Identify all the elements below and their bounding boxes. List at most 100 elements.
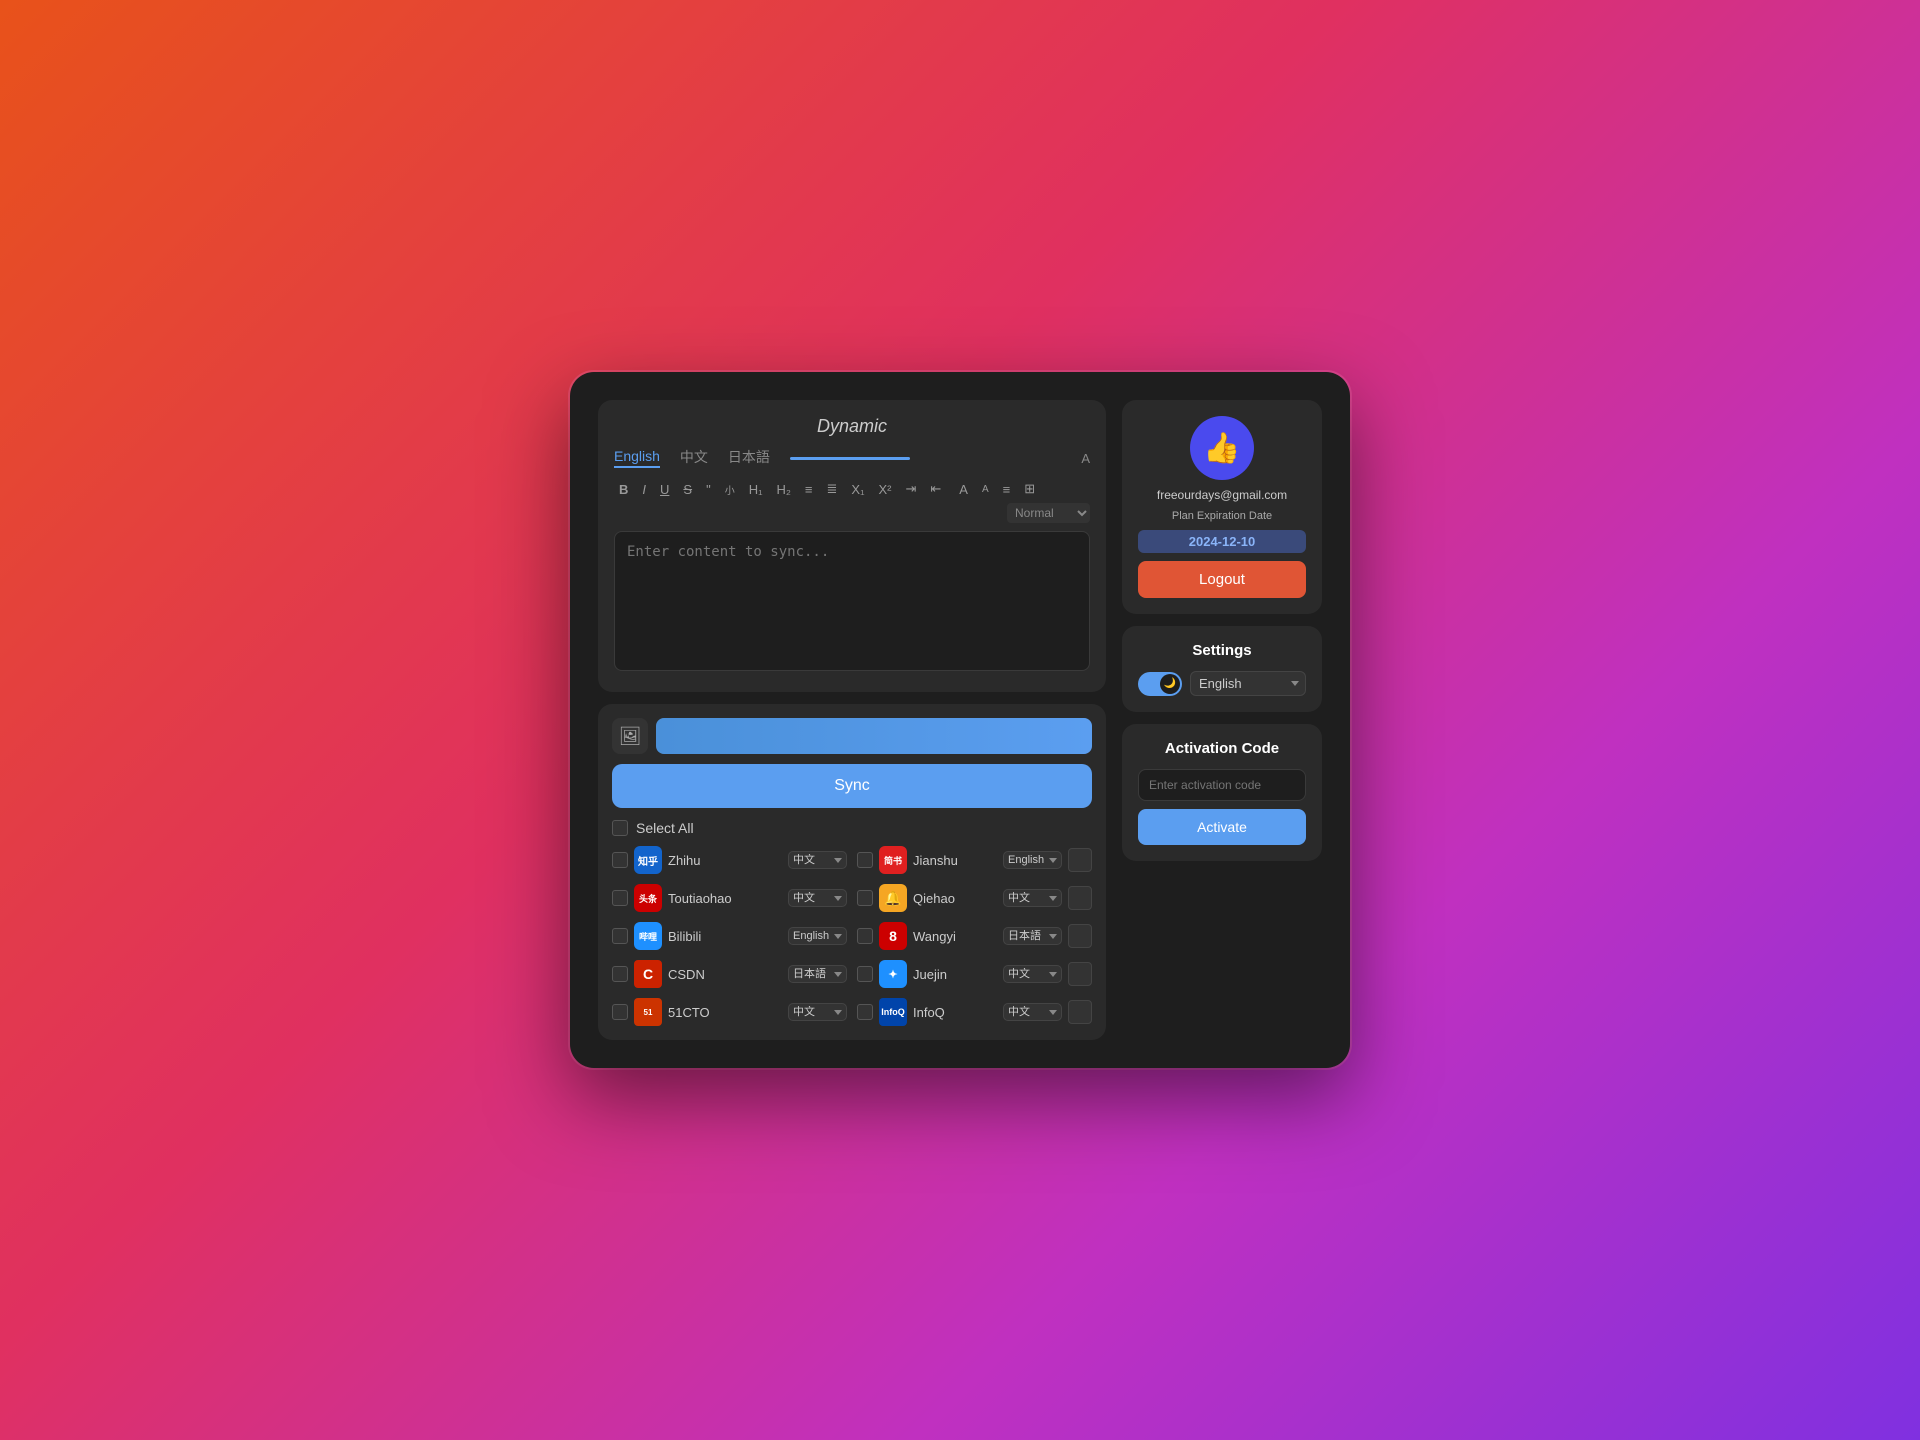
qiehao-icon: 🔔 xyxy=(879,884,907,912)
platform-item-bilibili: 哔哩 Bilibili English中文日本語 xyxy=(612,922,847,950)
qiehao-lang-select[interactable]: 中文English日本語 xyxy=(1003,889,1062,907)
superscript-btn[interactable]: X² xyxy=(873,480,896,499)
select-all-label: Select All xyxy=(636,820,694,836)
infoq-lang-select[interactable]: 中文English日本語 xyxy=(1003,1003,1062,1021)
juejin-lang-select[interactable]: 中文English日本語 xyxy=(1003,965,1062,983)
csdn-lang-select[interactable]: 日本語中文English xyxy=(788,965,847,983)
list-ul-btn[interactable]: ≣ xyxy=(822,479,843,499)
thumbs-up-icon: 👍 xyxy=(1203,431,1240,466)
bilibili-lang-select[interactable]: English中文日本語 xyxy=(788,927,847,945)
toutiao-icon: 头条 xyxy=(634,884,662,912)
jianshu-name: Jianshu xyxy=(913,853,997,868)
jianshu-extra[interactable] xyxy=(1068,848,1092,872)
progress-blue-bar xyxy=(656,718,1092,754)
zhihu-name: Zhihu xyxy=(668,853,782,868)
progress-bar-container xyxy=(790,457,1053,460)
qiehao-extra[interactable] xyxy=(1068,886,1092,910)
table-btn[interactable]: ⊞ xyxy=(1019,479,1040,499)
toutiao-lang-select[interactable]: 中文English日本語 xyxy=(788,889,847,907)
juejin-checkbox[interactable] xyxy=(857,966,873,982)
h1-btn[interactable]: H₁ xyxy=(744,480,768,499)
strikethrough-btn[interactable]: S xyxy=(678,480,697,499)
user-email: freeourdays@gmail.com xyxy=(1157,488,1287,502)
indent-btn[interactable]: ⇥ xyxy=(900,479,921,499)
wangyi-checkbox[interactable] xyxy=(857,928,873,944)
right-panel: 👍 freeourdays@gmail.com Plan Expiration … xyxy=(1122,400,1322,861)
avatar: 👍 xyxy=(1190,416,1254,480)
editor-title: Dynamic xyxy=(614,416,1090,437)
logout-button[interactable]: Logout xyxy=(1138,561,1306,598)
jianshu-lang-select[interactable]: English中文日本語 xyxy=(1003,851,1062,869)
platform-item-51cto: 51 51CTO 中文English日本語 xyxy=(612,998,847,1026)
underline-btn[interactable]: U xyxy=(655,480,674,499)
wangyi-icon: 8 xyxy=(879,922,907,950)
plan-expiration-label: Plan Expiration Date xyxy=(1172,510,1272,522)
h2-btn[interactable]: H₂ xyxy=(771,480,795,499)
toutiao-checkbox[interactable] xyxy=(612,890,628,906)
list-ol-btn[interactable]: ≡ xyxy=(800,480,818,499)
quote-btn[interactable]: " xyxy=(701,480,716,499)
zhihu-checkbox[interactable] xyxy=(612,852,628,868)
select-all-checkbox[interactable] xyxy=(612,820,628,836)
platform-item-qiehao: 🔔 Qiehao 中文English日本語 xyxy=(857,884,1092,912)
font-size-small-a-btn[interactable]: A xyxy=(977,482,994,497)
small-btn[interactable]: 小 xyxy=(720,480,740,499)
font-size-label: A xyxy=(1081,451,1090,466)
infoq-icon: InfoQ xyxy=(879,998,907,1026)
bilibili-checkbox[interactable] xyxy=(612,928,628,944)
infoq-name: InfoQ xyxy=(913,1005,997,1020)
infoq-extra[interactable] xyxy=(1068,1000,1092,1024)
platform-item-wangyi: 8 Wangyi 日本語中文English xyxy=(857,922,1092,950)
csdn-checkbox[interactable] xyxy=(612,966,628,982)
51cto-icon: 51 xyxy=(634,998,662,1026)
wangyi-name: Wangyi xyxy=(913,929,997,944)
jianshu-checkbox[interactable] xyxy=(857,852,873,868)
profile-card: 👍 freeourdays@gmail.com Plan Expiration … xyxy=(1122,400,1322,614)
app-container: Dynamic English 中文 日本語 A B I U S " xyxy=(570,372,1350,1068)
wangyi-lang-select[interactable]: 日本語中文English xyxy=(1003,927,1062,945)
platform-item-zhihu: 知乎 Zhihu 中文English日本語 xyxy=(612,846,847,874)
infoq-checkbox[interactable] xyxy=(857,1004,873,1020)
moon-icon: 🌙 xyxy=(1164,678,1176,689)
51cto-checkbox[interactable] xyxy=(612,1004,628,1020)
activation-title: Activation Code xyxy=(1138,740,1306,757)
51cto-lang-select[interactable]: 中文English日本語 xyxy=(788,1003,847,1021)
align-left-btn[interactable]: ≡ xyxy=(998,480,1016,499)
csdn-name: CSDN xyxy=(668,967,782,982)
subscript-btn[interactable]: X₁ xyxy=(846,480,869,499)
format-select[interactable]: Normal Heading 1 Heading 2 xyxy=(1007,503,1090,523)
lang-tab-japanese[interactable]: 日本語 xyxy=(728,447,770,469)
sync-button[interactable]: Sync xyxy=(612,764,1092,808)
outdent-btn[interactable]: ⇤ xyxy=(925,479,946,499)
editor-card: Dynamic English 中文 日本語 A B I U S " xyxy=(598,400,1106,692)
bold-btn[interactable]: B xyxy=(614,480,633,499)
zhihu-lang-select[interactable]: 中文English日本語 xyxy=(788,851,847,869)
toolbar: B I U S " 小 H₁ H₂ ≡ ≣ X₁ X² ⇥ ⇤ A A xyxy=(614,479,1090,523)
juejin-extra[interactable] xyxy=(1068,962,1092,986)
dark-mode-toggle[interactable]: 🌙 xyxy=(1138,672,1182,696)
wangyi-extra[interactable] xyxy=(1068,924,1092,948)
italic-btn[interactable]: I xyxy=(637,480,651,499)
left-panel: Dynamic English 中文 日本語 A B I U S " xyxy=(598,400,1106,1040)
activation-input[interactable] xyxy=(1138,769,1306,801)
settings-card: Settings 🌙 English 中文 日本語 xyxy=(1122,626,1322,712)
activate-button[interactable]: Activate xyxy=(1138,809,1306,845)
settings-language-select[interactable]: English 中文 日本語 xyxy=(1190,671,1306,696)
jianshu-icon: 简书 xyxy=(879,846,907,874)
font-size-a-btn[interactable]: A xyxy=(954,480,973,499)
lang-tab-english[interactable]: English xyxy=(614,448,660,468)
qiehao-name: Qiehao xyxy=(913,891,997,906)
qiehao-checkbox[interactable] xyxy=(857,890,873,906)
platform-item-jianshu: 简书 Jianshu English中文日本語 xyxy=(857,846,1092,874)
editor-textarea[interactable] xyxy=(614,531,1090,671)
toutiao-name: Toutiaohao xyxy=(668,891,782,906)
51cto-name: 51CTO xyxy=(668,1005,782,1020)
bottom-top-row: 🖼 xyxy=(612,718,1092,754)
add-image-icon: 🖼 xyxy=(619,726,642,747)
platforms-grid: 知乎 Zhihu 中文English日本語 简书 Jianshu English… xyxy=(612,846,1092,1026)
toggle-knob: 🌙 xyxy=(1160,674,1180,694)
add-image-btn[interactable]: 🖼 xyxy=(612,718,648,754)
lang-tab-chinese[interactable]: 中文 xyxy=(680,447,708,469)
zhihu-icon: 知乎 xyxy=(634,846,662,874)
plan-expiration-date: 2024-12-10 xyxy=(1138,530,1306,553)
